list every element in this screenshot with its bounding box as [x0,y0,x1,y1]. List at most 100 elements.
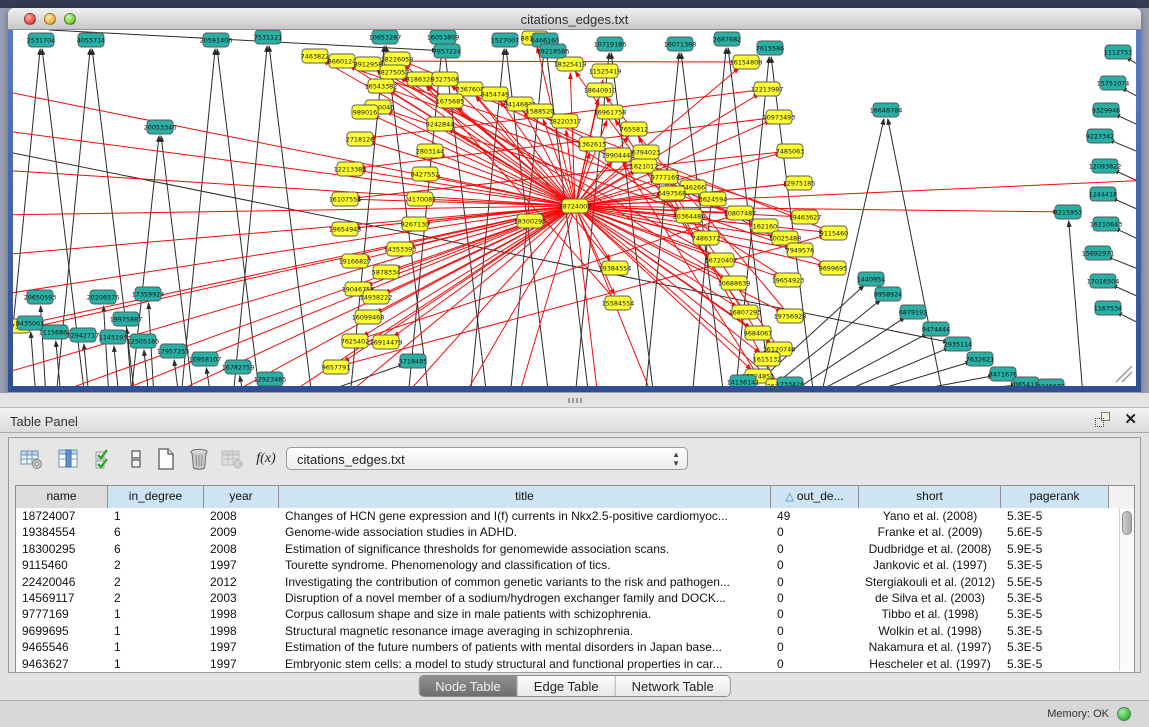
selected-node[interactable]: 7949576 [786,243,814,257]
node[interactable]: 5718485 [399,354,427,368]
edge[interactable] [806,333,928,386]
table-selector-dropdown[interactable]: citations_edges.txt ▲▼ [286,447,688,470]
selected-node[interactable]: 8267130 [401,217,429,231]
resize-grip[interactable] [1116,366,1132,382]
selected-node[interactable]: 7655812 [620,122,648,136]
table-row[interactable]: 1938455462009Genome-wide association stu… [16,524,1134,540]
node[interactable]: 16210643 [1090,217,1123,231]
column-header-title[interactable]: title [279,486,771,508]
node[interactable]: 16782759 [222,360,255,374]
selected-node[interactable]: 6497568 [658,186,686,200]
selection-mode-button[interactable] [90,445,118,473]
selected-node[interactable]: 15584554 [602,296,635,310]
edge[interactable] [269,46,312,386]
node[interactable]: 7632621 [966,352,994,366]
edge[interactable] [13,49,40,386]
scrollbar-thumb[interactable] [1122,511,1132,535]
selected-node[interactable]: 16107554 [329,192,362,206]
selected-node[interactable]: 16807293 [729,305,762,319]
edge[interactable] [31,332,36,386]
create-column-button[interactable] [152,445,180,473]
tab-network-table[interactable]: Network Table [616,676,730,696]
selected-node[interactable]: 12213383 [334,162,367,176]
node[interactable]: 16648784 [870,103,903,117]
delete-columns-button[interactable] [185,445,213,473]
selected-node[interactable]: 10973493 [763,110,796,124]
selected-node[interactable]: 18226058 [381,52,414,66]
table-row[interactable]: 969969511998Structural magnetic resonanc… [16,623,1134,639]
edge[interactable] [873,376,994,386]
selected-edge[interactable] [355,216,731,341]
tab-edge-table[interactable]: Edge Table [518,676,616,696]
selected-node[interactable]: 16099468 [352,310,385,324]
selected-node[interactable]: 989016 [352,105,378,119]
selected-node[interactable]: 3624594 [699,192,727,206]
selected-node[interactable]: 6794023 [632,145,660,159]
selected-edge[interactable] [438,154,575,206]
table-row[interactable]: 1872400712008Changes of HCN gene express… [16,508,1134,524]
selected-node[interactable]: 7463822 [301,49,329,63]
selected-node[interactable]: 19654943 [329,222,362,236]
selected-node[interactable]: 19463627 [789,210,822,224]
edge[interactable] [828,347,950,386]
column-header-in_degree[interactable]: in_degree [108,486,204,508]
column-header-out_de[interactable]: △out_de... [771,486,859,508]
table-row[interactable]: 1830029562008Estimation of significance … [16,541,1134,557]
network-canvas[interactable]: 1872400774638228660124891295818226058182… [13,30,1136,386]
node[interactable]: 10719186 [594,37,627,51]
selected-node[interactable]: 14353393 [384,242,417,256]
show-columns-button[interactable] [54,445,82,473]
node[interactable]: 2935114 [944,337,972,351]
node[interactable]: 20650593 [24,290,57,304]
node[interactable]: 7615586 [756,41,784,55]
node[interactable]: 2531704 [27,33,55,47]
node[interactable]: 1527007 [491,33,519,47]
selected-node[interactable]: 1615132 [753,352,781,366]
selected-node[interactable]: 1675685 [436,94,464,108]
selected-node[interactable]: 10688639 [718,276,751,290]
selected-node[interactable]: 2718126 [346,132,374,146]
node[interactable]: 15751074 [1097,76,1130,90]
selected-node[interactable]: 8454749 [481,87,509,101]
selected-node[interactable]: 1362615 [578,137,606,151]
table-row[interactable]: 946362711997Embryonic stem cells: a mode… [16,656,1134,672]
node[interactable]: 12923485 [254,372,287,386]
selected-node[interactable]: 19384554 [599,261,632,275]
selected-node[interactable]: 18300295 [514,214,547,228]
node[interactable]: 14136141 [727,375,760,386]
selected-node[interactable]: 19166827 [339,254,372,268]
selected-node[interactable]: 9684067 [744,326,772,340]
selected-node[interactable]: 2803144 [416,144,444,158]
selected-node[interactable]: 16154808 [730,55,763,69]
node[interactable]: 9474444 [922,322,950,336]
edge[interactable] [84,344,89,386]
node[interactable]: 8215953 [1054,205,1082,219]
node[interactable]: 20053346 [144,120,177,134]
node[interactable]: 12942717 [67,328,100,342]
edge[interactable] [896,385,1017,386]
node[interactable]: 1440954 [857,272,885,286]
edge[interactable] [131,136,159,386]
node[interactable]: 7531121 [254,30,282,44]
selected-node[interactable]: 9327508 [431,72,459,86]
node[interactable]: 1145193 [99,330,127,344]
node[interactable]: 16053809 [427,30,460,44]
edge[interactable] [888,119,943,386]
table-row[interactable]: 911546021997Tourette syndrome. Phenomeno… [16,557,1134,573]
node[interactable]: 12093822 [1089,159,1122,173]
selected-node[interactable]: 9115460 [820,226,848,240]
column-header-pagerank[interactable]: pagerank [1001,486,1109,508]
selected-node[interactable]: 18325419 [554,57,587,71]
selected-node[interactable]: 18220317 [549,114,582,128]
row-height-button[interactable] [122,445,150,473]
table-mode-button[interactable] [17,445,45,473]
node[interactable]: 9329946 [1092,103,1120,117]
node[interactable]: 17957255 [157,344,190,358]
selected-node[interactable]: 8427552 [411,167,439,181]
node[interactable]: 1733426 [776,377,804,386]
node[interactable]: 20206576 [87,290,120,304]
selected-node[interactable]: 16720407 [705,253,738,267]
table-row[interactable]: 2242004622012Investigating the contribut… [16,574,1134,590]
selected-node[interactable]: 19654923 [772,273,805,287]
node[interactable]: 2687682 [713,32,741,46]
